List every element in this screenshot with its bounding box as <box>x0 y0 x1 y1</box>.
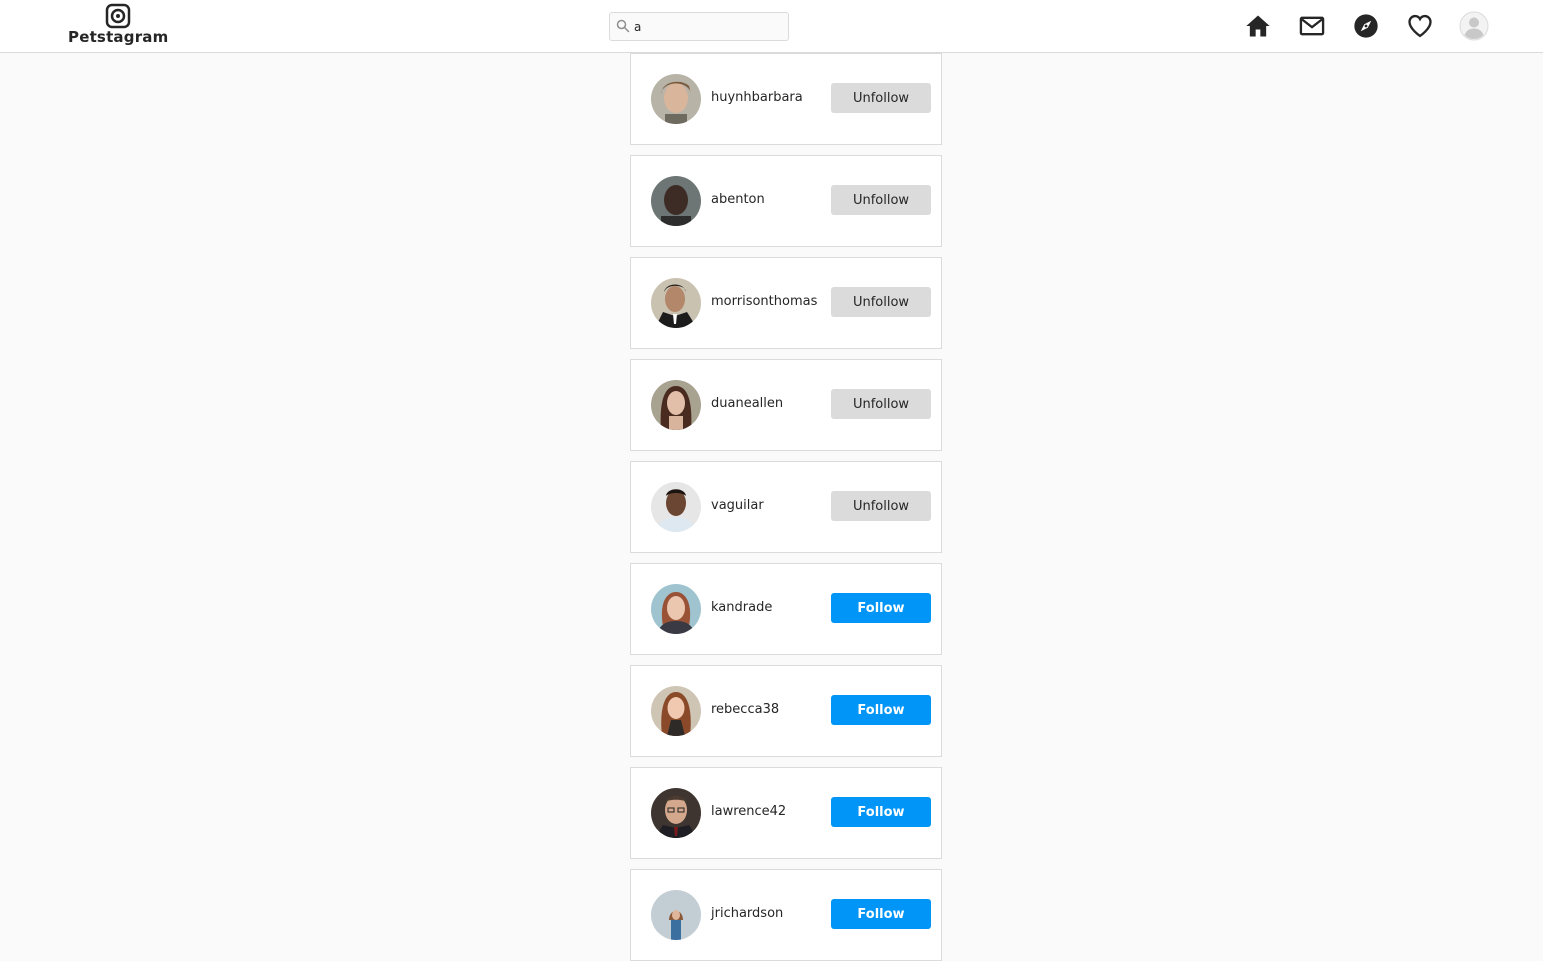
unfollow-button[interactable]: Unfollow <box>831 491 931 521</box>
heart-icon[interactable] <box>1404 10 1436 42</box>
user-card: rebecca38 Follow <box>630 665 942 757</box>
username[interactable]: rebecca38 <box>711 702 779 717</box>
logo-text: Petstagram <box>68 28 169 46</box>
user-card: lawrence42 Follow <box>630 767 942 859</box>
user-avatar[interactable] <box>651 584 701 634</box>
follow-button[interactable]: Follow <box>831 593 931 623</box>
username[interactable]: morrisonthomas <box>711 294 817 309</box>
user-card: duaneallen Unfollow <box>630 359 942 451</box>
follow-button[interactable]: Follow <box>831 797 931 827</box>
search-input[interactable] <box>632 16 786 37</box>
user-avatar[interactable] <box>651 278 701 328</box>
user-avatar[interactable] <box>651 482 701 532</box>
search-box[interactable] <box>609 12 789 41</box>
user-avatar[interactable] <box>651 74 701 124</box>
logo[interactable]: Petstagram <box>68 3 168 46</box>
unfollow-button[interactable]: Unfollow <box>831 83 931 113</box>
username[interactable]: vaguilar <box>711 498 764 513</box>
user-card: jrichardson Follow <box>630 869 942 961</box>
user-card: kandrade Follow <box>630 563 942 655</box>
username[interactable]: duaneallen <box>711 396 783 411</box>
user-card: abenton Unfollow <box>630 155 942 247</box>
follow-button[interactable]: Follow <box>831 695 931 725</box>
unfollow-button[interactable]: Unfollow <box>831 389 931 419</box>
username[interactable]: lawrence42 <box>711 804 786 819</box>
follow-button[interactable]: Follow <box>831 899 931 929</box>
explore-icon[interactable] <box>1350 10 1382 42</box>
unfollow-button[interactable]: Unfollow <box>831 185 931 215</box>
user-avatar[interactable] <box>651 788 701 838</box>
profile-avatar-icon[interactable] <box>1458 10 1490 42</box>
username[interactable]: huynhbarbara <box>711 90 803 105</box>
user-avatar[interactable] <box>651 380 701 430</box>
home-icon[interactable] <box>1242 10 1274 42</box>
user-avatar[interactable] <box>651 686 701 736</box>
unfollow-button[interactable]: Unfollow <box>831 287 931 317</box>
camera-logo-icon <box>105 3 131 29</box>
username[interactable]: kandrade <box>711 600 772 615</box>
user-card: morrisonthomas Unfollow <box>630 257 942 349</box>
mail-icon[interactable] <box>1296 10 1328 42</box>
user-avatar[interactable] <box>651 176 701 226</box>
user-card: huynhbarbara Unfollow <box>630 53 942 145</box>
user-avatar[interactable] <box>651 890 701 940</box>
search-icon <box>616 19 630 33</box>
user-card: vaguilar Unfollow <box>630 461 942 553</box>
top-navigation-bar: Petstagram <box>0 0 1543 53</box>
username[interactable]: abenton <box>711 192 765 207</box>
